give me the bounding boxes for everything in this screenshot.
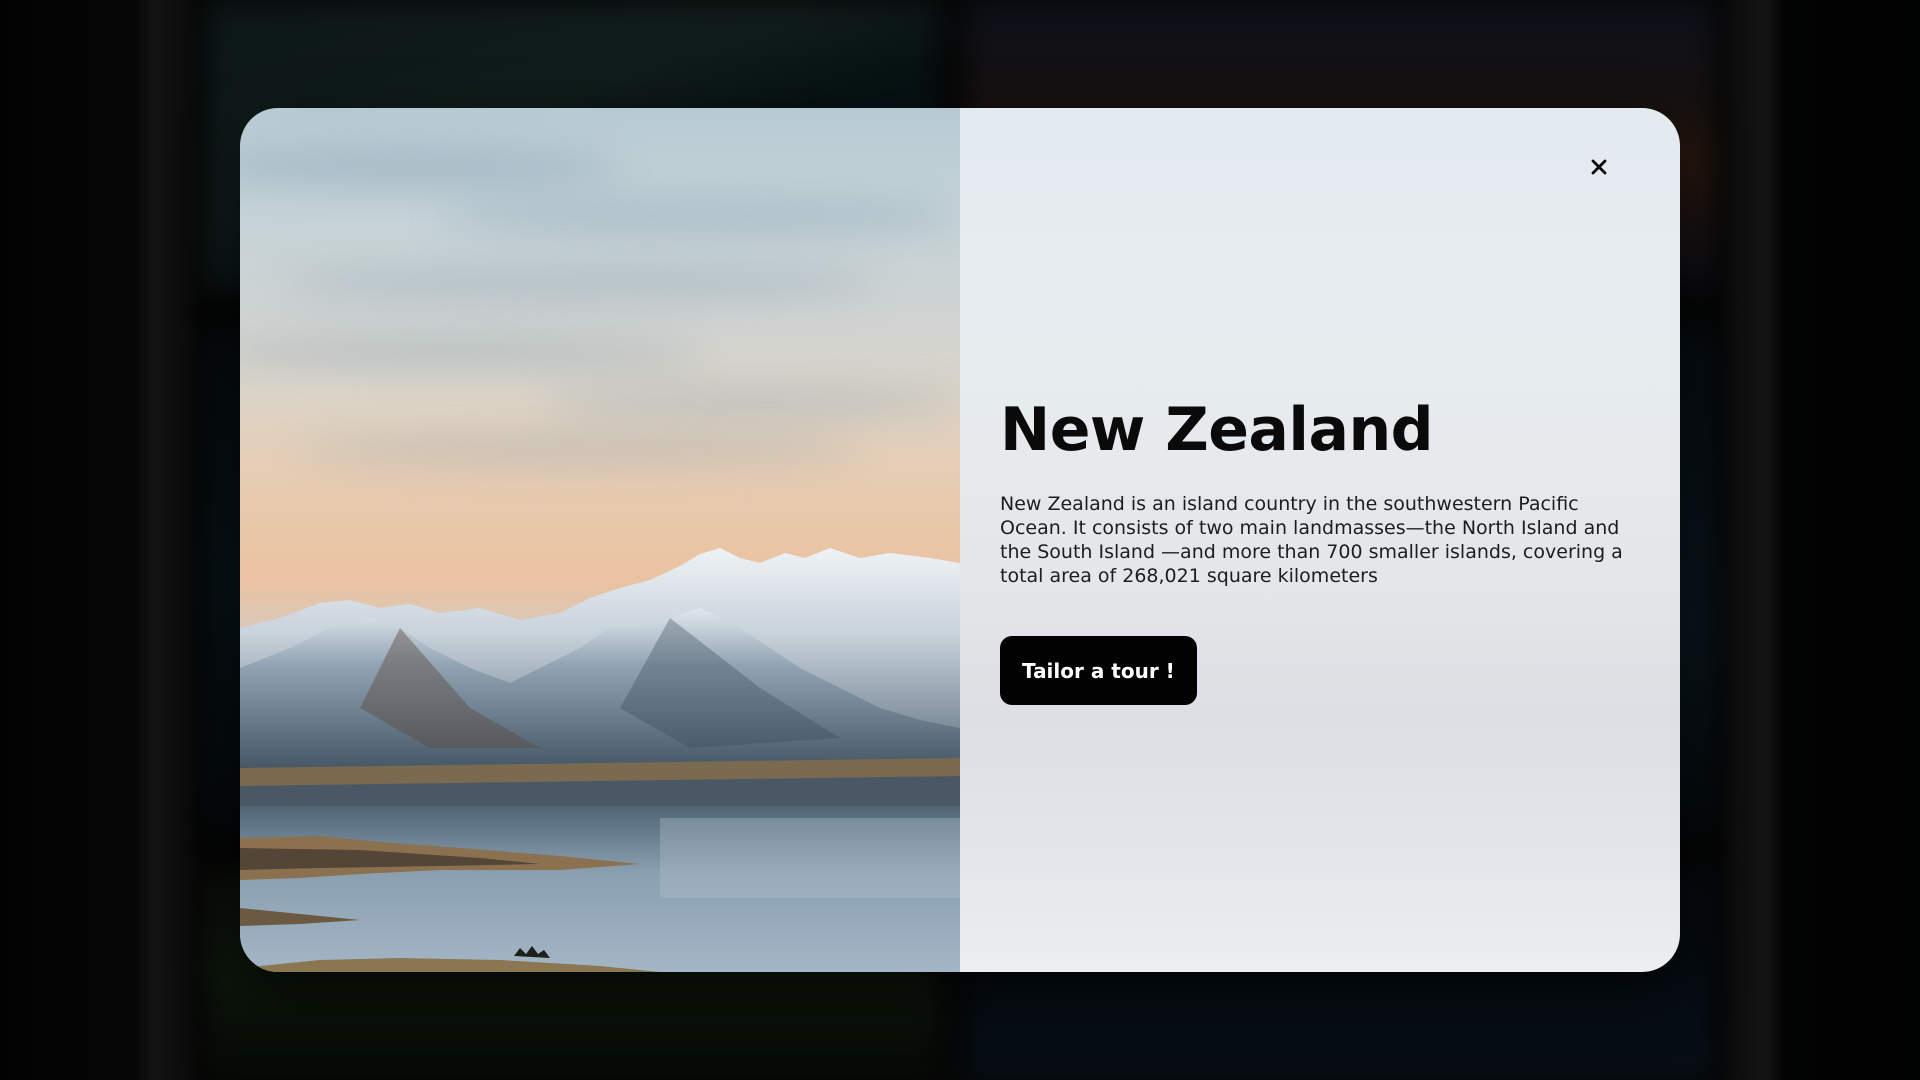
tailor-tour-button[interactable]: Tailor a tour ! xyxy=(1000,636,1197,705)
mountain-landscape xyxy=(240,548,960,972)
destination-details: New Zealand New Zealand is an island cou… xyxy=(960,108,1680,972)
destination-description: New Zealand is an island country in the … xyxy=(1000,493,1623,587)
close-button[interactable] xyxy=(1582,150,1616,184)
close-icon xyxy=(1591,159,1607,175)
destination-modal: New Zealand New Zealand is an island cou… xyxy=(240,108,1680,972)
destination-title: New Zealand xyxy=(1000,395,1434,465)
destination-image xyxy=(240,108,960,972)
